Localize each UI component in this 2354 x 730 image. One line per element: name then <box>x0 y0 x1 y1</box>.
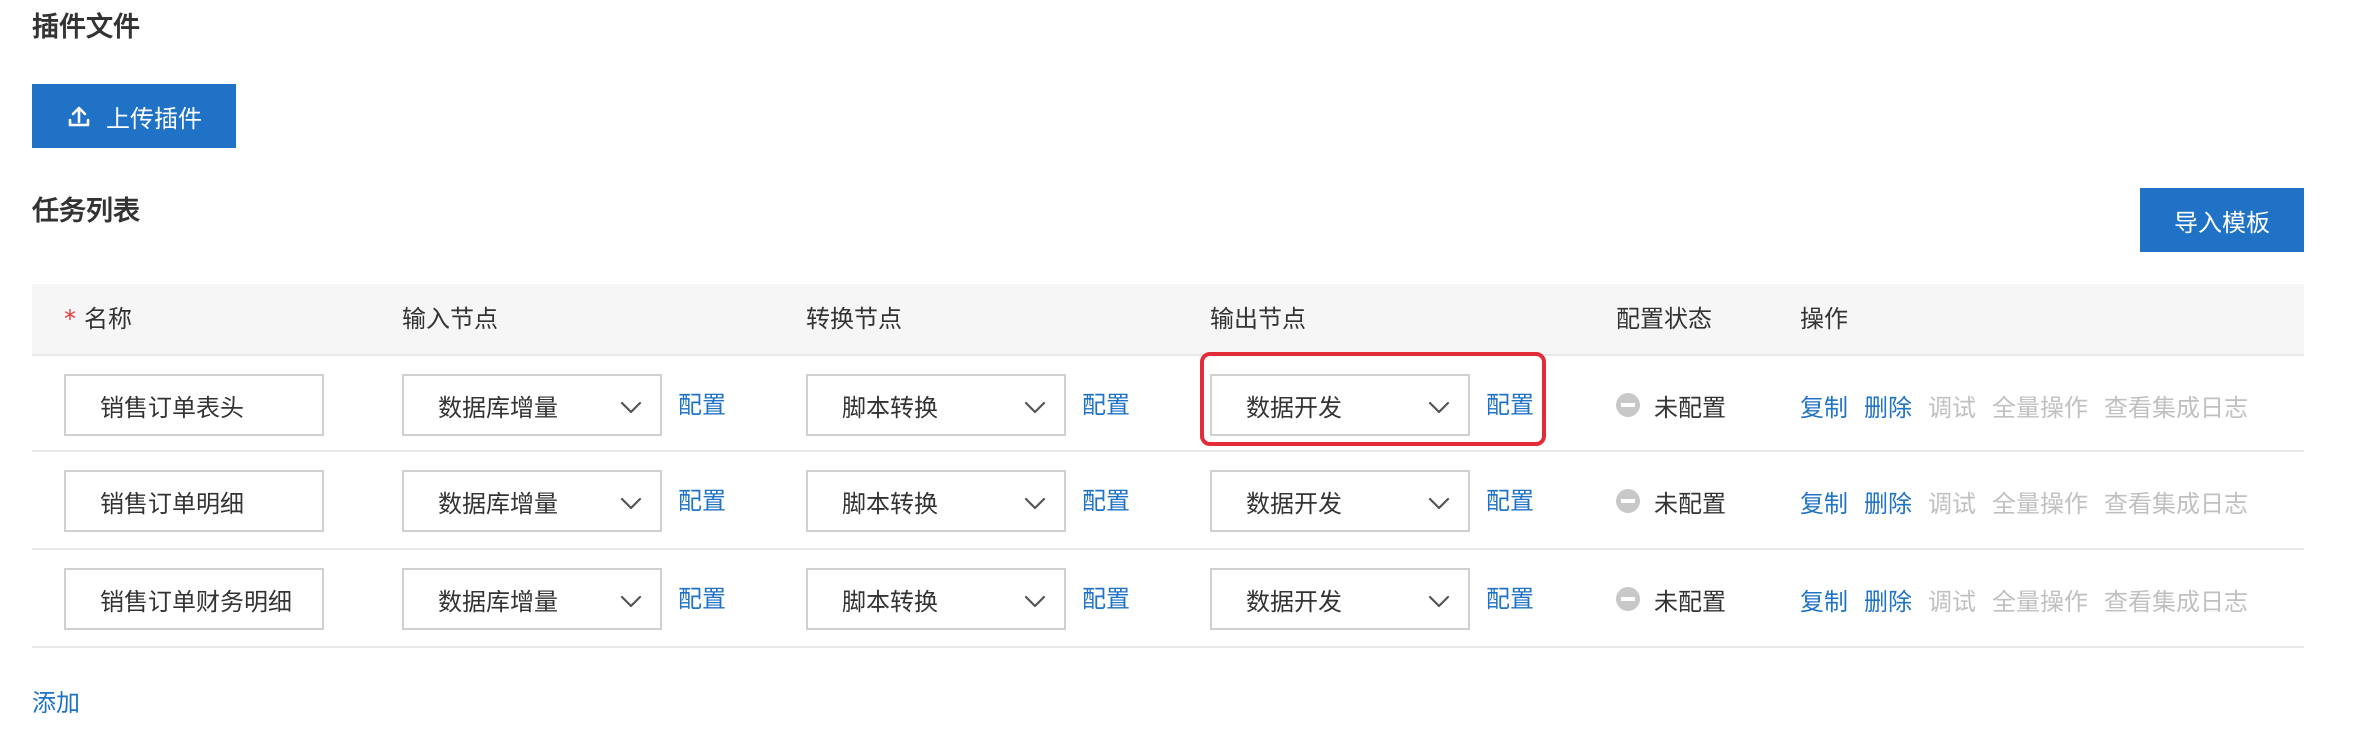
transform-config-link[interactable]: 配置 <box>1082 356 1130 454</box>
upload-plugin-label: 上传插件 <box>106 104 202 133</box>
upload-plugin-button[interactable]: 上传插件 <box>32 84 236 148</box>
output-config-link[interactable]: 配置 <box>1486 356 1534 454</box>
output-config-link[interactable]: 配置 <box>1486 550 1534 648</box>
view-integration-log-button[interactable]: 查看集成日志 <box>2104 582 2248 617</box>
input-node-select[interactable]: 数据库增量 <box>402 470 662 532</box>
header-name-label: 名称 <box>84 305 132 333</box>
copy-button[interactable]: 复制 <box>1800 582 1848 617</box>
chevron-down-icon <box>1022 394 1048 420</box>
row-actions: 复制 删除 调试 全量操作 查看集成日志 <box>1800 356 2264 454</box>
output-node-select[interactable]: 数据开发 <box>1210 470 1470 532</box>
transform-node-select[interactable]: 脚本转换 <box>806 568 1066 630</box>
table-header: * 名称 输入节点 转换节点 输出节点 配置状态 操作 <box>32 284 2304 354</box>
header-output-node: 输出节点 <box>1210 305 1306 333</box>
import-template-label: 导入模板 <box>2174 208 2270 237</box>
config-status: 未配置 <box>1616 356 1726 454</box>
full-operation-button[interactable]: 全量操作 <box>1992 388 2088 423</box>
transform-config-link[interactable]: 配置 <box>1082 452 1130 550</box>
view-integration-log-button[interactable]: 查看集成日志 <box>2104 484 2248 519</box>
transform-node-select[interactable]: 脚本转换 <box>806 470 1066 532</box>
table-row: 数据库增量 配置 脚本转换 配置 数据开发 配置 未配置 复制 删除 调试 <box>32 452 2304 550</box>
copy-button[interactable]: 复制 <box>1800 484 1848 519</box>
output-node-select[interactable]: 数据开发 <box>1210 568 1470 630</box>
header-actions: 操作 <box>1800 305 1848 333</box>
input-node-value: 数据库增量 <box>438 587 558 616</box>
add-task-link[interactable]: 添加 <box>32 686 80 720</box>
transform-node-value: 脚本转换 <box>842 393 938 422</box>
chevron-down-icon <box>618 588 644 614</box>
debug-button[interactable]: 调试 <box>1928 388 1976 423</box>
upload-icon <box>66 103 92 129</box>
config-status-text: 未配置 <box>1654 393 1726 422</box>
input-node-select[interactable]: 数据库增量 <box>402 374 662 436</box>
table-row: 数据库增量 配置 脚本转换 配置 数据开发 配置 未配置 复制 删除 调试 <box>32 354 2304 452</box>
table-row: 数据库增量 配置 脚本转换 配置 数据开发 配置 未配置 复制 删除 调试 <box>32 550 2304 648</box>
chevron-down-icon <box>1426 490 1452 516</box>
full-operation-button[interactable]: 全量操作 <box>1992 582 2088 617</box>
required-mark: * <box>64 305 76 333</box>
transform-config-link[interactable]: 配置 <box>1082 550 1130 648</box>
table-body: 数据库增量 配置 脚本转换 配置 数据开发 配置 未配置 复制 删除 调试 <box>32 354 2304 648</box>
full-operation-button[interactable]: 全量操作 <box>1992 484 2088 519</box>
output-node-value: 数据开发 <box>1246 393 1342 422</box>
output-node-value: 数据开发 <box>1246 587 1342 616</box>
task-name-input[interactable] <box>64 374 324 436</box>
transform-node-value: 脚本转换 <box>842 489 938 518</box>
copy-button[interactable]: 复制 <box>1800 388 1848 423</box>
output-config-link[interactable]: 配置 <box>1486 452 1534 550</box>
chevron-down-icon <box>618 394 644 420</box>
task-name-input[interactable] <box>64 470 324 532</box>
output-node-value: 数据开发 <box>1246 489 1342 518</box>
import-template-button[interactable]: 导入模板 <box>2140 188 2304 252</box>
delete-button[interactable]: 删除 <box>1864 388 1912 423</box>
minus-circle-icon <box>1616 393 1640 417</box>
input-node-value: 数据库增量 <box>438 393 558 422</box>
task-name-input[interactable] <box>64 568 324 630</box>
input-node-value: 数据库增量 <box>438 489 558 518</box>
header-config-status: 配置状态 <box>1616 305 1712 333</box>
input-node-select[interactable]: 数据库增量 <box>402 568 662 630</box>
chevron-down-icon <box>1426 588 1452 614</box>
row-actions: 复制 删除 调试 全量操作 查看集成日志 <box>1800 550 2264 648</box>
chevron-down-icon <box>1022 490 1048 516</box>
transform-node-value: 脚本转换 <box>842 587 938 616</box>
plugin-section-title: 插件文件 <box>32 12 140 43</box>
header-transform-node: 转换节点 <box>806 305 902 333</box>
input-config-link[interactable]: 配置 <box>678 356 726 454</box>
config-status: 未配置 <box>1616 452 1726 550</box>
transform-node-select[interactable]: 脚本转换 <box>806 374 1066 436</box>
config-status: 未配置 <box>1616 550 1726 648</box>
input-config-link[interactable]: 配置 <box>678 550 726 648</box>
header-input-node: 输入节点 <box>402 305 498 333</box>
header-name: * 名称 <box>64 284 132 354</box>
delete-button[interactable]: 删除 <box>1864 484 1912 519</box>
output-node-select[interactable]: 数据开发 <box>1210 374 1470 436</box>
config-status-text: 未配置 <box>1654 489 1726 518</box>
config-status-text: 未配置 <box>1654 587 1726 616</box>
minus-circle-icon <box>1616 587 1640 611</box>
task-list-title: 任务列表 <box>32 196 140 227</box>
row-actions: 复制 删除 调试 全量操作 查看集成日志 <box>1800 452 2264 550</box>
chevron-down-icon <box>1022 588 1048 614</box>
task-table: * 名称 输入节点 转换节点 输出节点 配置状态 操作 数据库增量 配置 脚本转换… <box>32 284 2304 648</box>
delete-button[interactable]: 删除 <box>1864 582 1912 617</box>
view-integration-log-button[interactable]: 查看集成日志 <box>2104 388 2248 423</box>
minus-circle-icon <box>1616 489 1640 513</box>
input-config-link[interactable]: 配置 <box>678 452 726 550</box>
chevron-down-icon <box>1426 394 1452 420</box>
debug-button[interactable]: 调试 <box>1928 484 1976 519</box>
chevron-down-icon <box>618 490 644 516</box>
debug-button[interactable]: 调试 <box>1928 582 1976 617</box>
